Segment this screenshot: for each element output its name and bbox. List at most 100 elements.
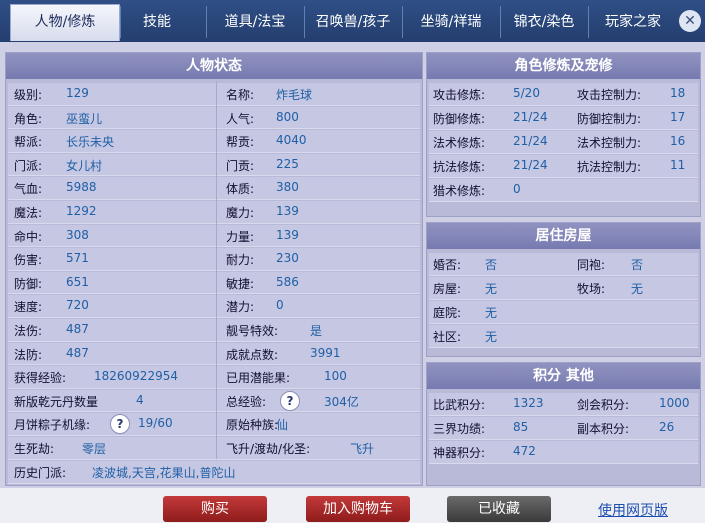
field-value: 1292	[66, 204, 97, 218]
field-value: 720	[66, 298, 89, 313]
field-value: 巫蛮儿	[66, 111, 103, 126]
field-value: 18260922954	[94, 369, 178, 384]
field-label: 飞升/渡劫/化圣:	[226, 442, 311, 456]
field-value: 否	[485, 258, 498, 272]
field-value: 零层	[82, 442, 107, 456]
field-label: 获得经验:	[14, 371, 67, 386]
field-value: 5/20	[513, 86, 540, 100]
web-version-link[interactable]: 使用网页版	[598, 500, 668, 520]
field-value: 571	[66, 251, 89, 266]
field-label: 月饼粽子机缘:	[14, 418, 91, 433]
field-value: 3991	[310, 345, 341, 360]
field-value: 139	[276, 227, 299, 242]
table-row	[429, 301, 698, 324]
field-label: 靓号特效:	[226, 324, 279, 338]
field-value: 21/24	[513, 158, 548, 172]
field-value: 1000	[659, 396, 690, 410]
field-label: 成就点数:	[226, 347, 279, 362]
field-value: 长乐未央	[66, 135, 115, 150]
field-value: 21/24	[513, 134, 548, 148]
field-value: 否	[631, 258, 644, 272]
field-label: 攻击修炼:	[433, 88, 486, 102]
field-value: 139	[276, 204, 299, 218]
cultivation-panel: 角色修炼及宠修 攻击修炼: 5/20 攻击控制力: 18 防御修炼: 21/24 防御控制力…	[426, 52, 701, 217]
field-label: 魔力:	[226, 206, 255, 220]
field-value: 0	[513, 182, 521, 196]
field-label: 庭院:	[433, 306, 462, 320]
field-value: 11	[670, 158, 686, 172]
field-label: 副本积分:	[577, 422, 630, 436]
field-label: 攻击控制力:	[577, 88, 642, 102]
add-to-cart-button[interactable]: 加入购物车	[306, 496, 410, 522]
field-label: 法术修炼:	[433, 136, 486, 150]
tab-mounts[interactable]: 坐骑/祥瑞	[402, 6, 499, 38]
tab-character[interactable]: 人物/修炼	[10, 4, 120, 41]
field-value: 无	[631, 282, 644, 296]
field-value: 225	[276, 156, 299, 171]
field-label: 角色:	[14, 111, 43, 126]
field-value: 无	[485, 282, 498, 296]
field-value: 304亿	[324, 394, 359, 409]
field-label: 敏捷:	[226, 276, 255, 291]
field-value: 487	[66, 322, 89, 336]
history-sect-label: 历史门派:	[14, 465, 67, 480]
field-value: 无	[485, 306, 498, 320]
field-label: 防御:	[14, 276, 43, 291]
table-row	[429, 325, 698, 348]
field-value: 是	[310, 324, 323, 338]
field-value: 85	[513, 420, 529, 434]
housing-panel: 居住房屋 婚否: 否同袍: 否房屋: 无牧场: 无庭院: 无社区: 无	[426, 222, 701, 357]
field-label: 人气:	[226, 111, 255, 126]
field-label: 法术控制力:	[577, 136, 642, 150]
field-value: 100	[324, 369, 347, 384]
help-icon[interactable]: ?	[280, 390, 300, 411]
field-label: 抗法控制力:	[577, 160, 642, 174]
favorited-button[interactable]: 已收藏	[447, 496, 551, 522]
field-label: 魔法:	[14, 206, 43, 220]
field-label: 命中:	[14, 229, 43, 244]
field-label: 门贡:	[226, 158, 255, 173]
field-value: 16	[670, 134, 686, 148]
field-value: 230	[276, 251, 299, 266]
field-value: 17	[670, 110, 686, 124]
close-icon[interactable]: ✕	[679, 10, 701, 32]
field-label: 力量:	[226, 229, 255, 244]
tab-outfits[interactable]: 锦衣/染色	[500, 6, 587, 38]
status-panel-title: 人物状态	[6, 53, 422, 79]
field-label: 神器积分:	[433, 446, 486, 460]
field-label: 防御修炼:	[433, 112, 486, 126]
field-label: 比武积分:	[433, 398, 486, 412]
field-value: 0	[276, 298, 284, 313]
table-row	[429, 253, 698, 276]
field-value: 无	[485, 330, 498, 344]
field-value: 女儿村	[66, 158, 103, 173]
field-value: 800	[276, 109, 299, 124]
field-value: 586	[276, 274, 299, 289]
character-status-panel: 人物状态 级别: 129 名称: 炸毛球角色: 巫蛮儿 人气: 800 帮派: 长乐未央 帮贡: 4…	[5, 52, 423, 486]
tab-skills[interactable]: 技能	[120, 6, 193, 38]
field-label: 名称:	[226, 88, 255, 102]
field-value: 4040	[276, 133, 307, 148]
field-label: 房屋:	[433, 282, 462, 296]
field-label: 总经验:	[226, 394, 267, 409]
field-value: 仙	[276, 418, 289, 433]
points-panel-title: 积分 其他	[427, 363, 700, 389]
field-label: 三界功绩:	[433, 422, 486, 436]
tab-home[interactable]: 玩家之家	[588, 6, 677, 38]
field-value: 炸毛球	[276, 88, 313, 102]
field-label: 门派:	[14, 158, 43, 173]
field-label: 伤害:	[14, 253, 43, 268]
field-label: 帮贡:	[226, 135, 255, 150]
tab-pets[interactable]: 召唤兽/孩子	[304, 6, 401, 38]
field-value: 21/24	[513, 110, 548, 124]
field-label: 帮派:	[14, 135, 43, 150]
field-value: 1323	[513, 396, 544, 410]
field-label: 防御控制力:	[577, 112, 642, 126]
field-label: 级别:	[14, 88, 43, 102]
buy-button[interactable]: 购买	[163, 496, 267, 522]
field-label: 气血:	[14, 182, 43, 197]
field-value: 18	[670, 86, 686, 100]
tab-items[interactable]: 道具/法宝	[206, 6, 303, 38]
field-value: 129	[66, 86, 89, 100]
field-label: 体质:	[226, 182, 255, 197]
